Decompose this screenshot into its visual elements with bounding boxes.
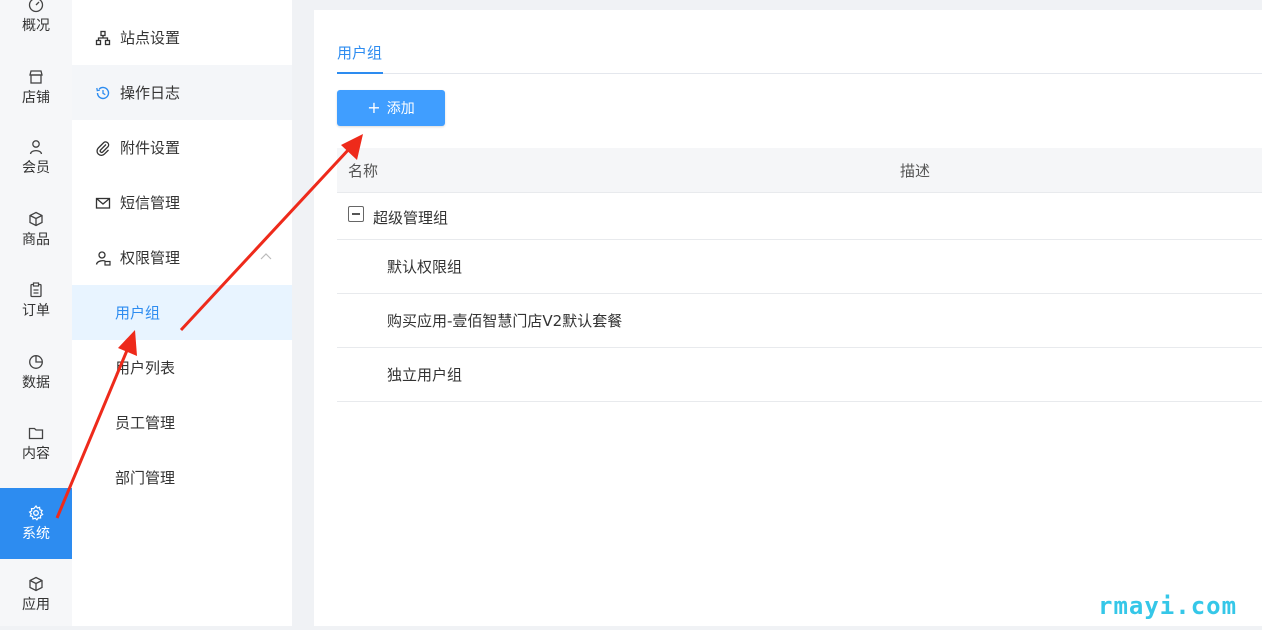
table-row[interactable]: 默认权限组	[337, 240, 1262, 294]
system-submenu: 站点设置 操作日志 附件设置 短信管理 权限管理 用户组 用户列表 员工管理 部…	[72, 0, 292, 626]
submenu-child-label: 用户组	[115, 304, 161, 322]
dashboard-icon	[28, 0, 44, 12]
submenu-item-sms[interactable]: 短信管理	[72, 175, 292, 230]
submenu-child-user-group[interactable]: 用户组	[72, 285, 292, 340]
rail-item-apps[interactable]: 应用	[0, 559, 72, 630]
box-icon	[29, 211, 43, 226]
rail-item-label: 会员	[22, 159, 50, 176]
collapse-toggle-icon[interactable]	[348, 206, 364, 222]
user-lock-icon	[95, 251, 111, 266]
mail-icon	[95, 197, 111, 209]
plus-icon: +	[367, 98, 381, 117]
history-icon	[96, 86, 110, 100]
active-tab-indicator	[337, 72, 383, 74]
submenu-child-label: 部门管理	[115, 469, 176, 487]
row-name: 默认权限组	[387, 258, 463, 276]
row-name: 购买应用-壹佰智慧门店V2默认套餐	[387, 312, 623, 330]
pie-chart-icon	[29, 354, 43, 369]
tab-user-group[interactable]: 用户组	[337, 42, 382, 63]
rail-item-overview[interactable]: 概况	[0, 0, 72, 51]
submenu-item-label: 操作日志	[120, 84, 181, 102]
rail-item-system[interactable]: 系统	[0, 488, 72, 559]
submenu-item-operation-log[interactable]: 操作日志	[72, 65, 292, 120]
submenu-item-label: 附件设置	[120, 139, 181, 157]
submenu-item-site-settings[interactable]: 站点设置	[72, 10, 292, 65]
submenu-child-department-management[interactable]: 部门管理	[72, 450, 292, 505]
shop-icon	[29, 69, 43, 84]
rail-item-label: 数据	[22, 374, 50, 391]
rail-item-label: 店铺	[22, 89, 50, 106]
rail-item-label: 概况	[22, 17, 50, 34]
rail-item-label: 系统	[22, 525, 50, 542]
submenu-item-attachment-settings[interactable]: 附件设置	[72, 120, 292, 175]
rail-item-data[interactable]: 数据	[0, 337, 72, 408]
submenu-item-label: 站点设置	[120, 29, 181, 47]
user-icon	[29, 139, 43, 154]
submenu-child-staff-management[interactable]: 员工管理	[72, 395, 292, 450]
rail-item-goods[interactable]: 商品	[0, 194, 72, 265]
rail-item-shop[interactable]: 店铺	[0, 52, 72, 123]
add-button-label: 添加	[386, 101, 415, 117]
row-name: 独立用户组	[387, 366, 463, 384]
cube-icon	[29, 576, 43, 591]
row-name: 超级管理组	[373, 209, 449, 227]
paperclip-icon	[96, 141, 110, 156]
table-row[interactable]: 超级管理组	[337, 193, 1262, 240]
tab-bar-divider	[337, 73, 1262, 74]
rail-item-label: 订单	[22, 302, 50, 319]
submenu-child-user-list[interactable]: 用户列表	[72, 340, 292, 395]
clipboard-icon	[30, 281, 42, 297]
table-row[interactable]: 购买应用-壹佰智慧门店V2默认套餐	[337, 294, 1262, 348]
gear-icon	[28, 504, 44, 521]
table-header: 名称 描述	[337, 148, 1262, 193]
main-content-card: 用户组 + 添加 名称 描述 超级管理组 默认权限组 购买应用-壹佰智慧门店V2…	[314, 10, 1262, 626]
submenu-child-label: 用户列表	[115, 359, 176, 377]
rail-item-orders[interactable]: 订单	[0, 265, 72, 336]
submenu-item-label: 短信管理	[120, 194, 181, 212]
submenu-item-label: 权限管理	[120, 249, 181, 267]
column-header-name: 名称	[348, 162, 379, 180]
rail-item-label: 内容	[22, 445, 50, 462]
rail-item-content[interactable]: 内容	[0, 408, 72, 479]
watermark: rmayi.com	[1098, 592, 1238, 620]
submenu-item-permission-management[interactable]: 权限管理	[72, 230, 292, 285]
table-row[interactable]: 独立用户组	[337, 348, 1262, 402]
submenu-child-label: 员工管理	[115, 414, 176, 432]
add-button[interactable]: + 添加	[337, 90, 445, 126]
folder-icon	[28, 427, 44, 439]
column-header-description: 描述	[900, 162, 931, 180]
primary-nav-rail: 概况 店铺 会员 商品 订单 数据 内容 系统 应用	[0, 0, 72, 626]
rail-item-member[interactable]: 会员	[0, 122, 72, 193]
rail-item-label: 商品	[22, 231, 50, 248]
sitemap-icon	[95, 30, 111, 46]
rail-item-label: 应用	[22, 596, 50, 613]
chevron-up-icon[interactable]	[260, 252, 272, 260]
